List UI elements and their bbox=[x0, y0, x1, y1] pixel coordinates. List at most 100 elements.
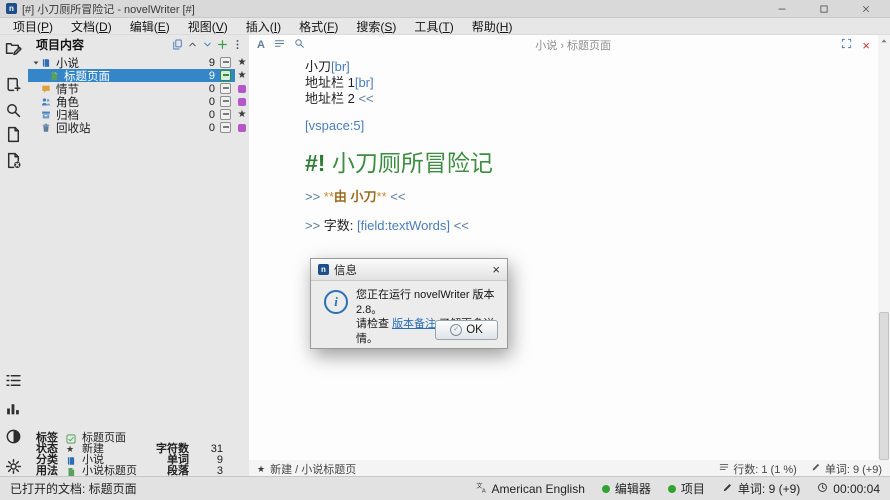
star-glyph: ★ bbox=[238, 110, 247, 120]
tree-item-count: 9 bbox=[191, 57, 220, 69]
scroll-up-icon[interactable] bbox=[878, 35, 890, 47]
doc-segment: [br] bbox=[355, 75, 374, 90]
lines-icon bbox=[719, 462, 729, 475]
project-panel-title: 项目内容 bbox=[36, 36, 170, 53]
doc-line: 小刀[br] bbox=[305, 59, 850, 75]
language-icon: 文A bbox=[476, 482, 487, 496]
scrollbar-thumb[interactable] bbox=[879, 312, 889, 460]
spell-language[interactable]: 文A American English bbox=[476, 482, 585, 496]
doc-segment: [field:textWords] bbox=[357, 218, 450, 233]
close-icon[interactable] bbox=[858, 2, 874, 15]
document-status-text: 新建 / 小说标题页 bbox=[270, 461, 356, 477]
editor-panel: A 小说 › 标题页面 × 小刀[br]地址栏 1[br]地址栏 2 <<[vs… bbox=[249, 35, 890, 477]
text-format-icon[interactable]: A bbox=[257, 39, 265, 51]
maximize-editor-icon[interactable] bbox=[841, 38, 852, 52]
active-checkbox-icon[interactable] bbox=[220, 109, 231, 120]
move-up-icon[interactable] bbox=[185, 38, 200, 51]
clock-icon bbox=[817, 482, 828, 496]
outline-icon[interactable] bbox=[5, 372, 23, 390]
outline-list-icon[interactable] bbox=[274, 38, 285, 52]
close-document-icon[interactable]: × bbox=[862, 40, 870, 51]
remove-document-icon[interactable] bbox=[5, 152, 23, 170]
stats-icon[interactable] bbox=[5, 400, 23, 418]
doc-line: 地址栏 2 << bbox=[305, 91, 850, 107]
active-checkbox-icon[interactable] bbox=[220, 96, 231, 107]
square-glyph bbox=[238, 98, 246, 106]
document-status[interactable]: ★ 新建 / 小说标题页 bbox=[257, 461, 719, 477]
document-text[interactable]: 小刀[br]地址栏 1[br]地址栏 2 <<[vspace:5]#! 小刀厕所… bbox=[305, 59, 850, 234]
menu-item-s[interactable]: 搜索(S) bbox=[347, 18, 405, 35]
menu-item-f[interactable]: 格式(F) bbox=[290, 18, 347, 35]
doc-segment: #! bbox=[305, 150, 332, 176]
collapse-icon[interactable] bbox=[32, 59, 41, 67]
add-item-icon[interactable] bbox=[215, 38, 230, 51]
session-words: 单词: 9 (+9) bbox=[722, 480, 800, 497]
dialog-logo-icon: n bbox=[318, 264, 329, 275]
menu-item-t[interactable]: 工具(T) bbox=[405, 18, 462, 35]
editor-header-tools: A bbox=[257, 38, 305, 52]
active-checkbox-icon[interactable] bbox=[220, 70, 231, 81]
session-timer[interactable]: 00:00:04 bbox=[817, 482, 880, 496]
editor-search-icon[interactable] bbox=[294, 38, 305, 52]
editor-footer: ★ 新建 / 小说标题页 行数: 1 (1 %) 单词: 9 (+9) bbox=[249, 460, 890, 477]
square-glyph bbox=[238, 124, 246, 132]
active-checkbox-icon[interactable] bbox=[220, 57, 231, 68]
doc-segment: 小刀 bbox=[305, 59, 331, 74]
copy-document-icon[interactable] bbox=[170, 38, 185, 51]
edit-project-icon[interactable] bbox=[5, 40, 23, 58]
novel-view-icon[interactable] bbox=[5, 76, 23, 94]
release-notes-link[interactable]: 版本备注 bbox=[392, 318, 436, 330]
search-icon[interactable] bbox=[5, 102, 23, 120]
breadcrumb: 小说 › 标题页面 bbox=[305, 37, 841, 53]
dialog-title-bar[interactable]: n 信息 × bbox=[311, 259, 507, 281]
doc-segment: [vspace:5] bbox=[305, 118, 364, 133]
square-glyph bbox=[238, 85, 246, 93]
maximize-icon[interactable] bbox=[816, 2, 832, 15]
editor-header: A 小说 › 标题页面 × bbox=[249, 35, 878, 55]
doc-line: #! 小刀厕所冒险记 bbox=[305, 148, 850, 178]
menu-item-d[interactable]: 文档(D) bbox=[62, 18, 121, 35]
doc-segment: 由 小刀 bbox=[334, 189, 377, 204]
info-dialog: n 信息 × i 您正在运行 novelWriter 版本 2.8。 请检查 版… bbox=[310, 258, 508, 349]
doc-segment: 小刀厕所冒险记 bbox=[332, 150, 493, 176]
star-glyph: ★ bbox=[238, 58, 247, 68]
menu-item-v[interactable]: 视图(V) bbox=[179, 18, 237, 35]
ok-button[interactable]: ✓ OK bbox=[435, 320, 498, 340]
side-rail bbox=[0, 35, 28, 477]
doc-segment: ** bbox=[324, 189, 334, 204]
menu-item-e[interactable]: 编辑(E) bbox=[121, 18, 179, 35]
doc-line: >> 字数: [field:textWords] << bbox=[305, 218, 850, 234]
check-icon bbox=[66, 434, 78, 444]
docgreen-icon bbox=[66, 467, 78, 477]
project-status: 项目 bbox=[668, 480, 705, 497]
minimize-icon[interactable] bbox=[774, 2, 790, 15]
settings-icon[interactable] bbox=[5, 458, 23, 476]
menu-bar: 项目(P)文档(D)编辑(E)视图(V)插入(I)格式(F)搜索(S)工具(T)… bbox=[0, 18, 890, 35]
document-icon[interactable] bbox=[5, 126, 23, 144]
menu-item-p[interactable]: 项目(P) bbox=[4, 18, 62, 35]
status-star-icon: ★ bbox=[235, 71, 249, 81]
dialog-close-icon[interactable]: × bbox=[492, 263, 500, 276]
menu-item-h[interactable]: 帮助(H) bbox=[463, 18, 522, 35]
editor-scrollbar[interactable] bbox=[878, 35, 890, 460]
project-tree: 小说9★标题页面9★情节0角色0归档0★回收站0 bbox=[28, 56, 249, 134]
window-title: [#] 小刀厕所冒险记 - novelWriter [#] bbox=[22, 1, 195, 17]
panel-menu-icon[interactable] bbox=[230, 38, 245, 51]
doc-segment: 字数: bbox=[324, 218, 357, 233]
editor-status-dot bbox=[602, 485, 610, 493]
active-checkbox-icon[interactable] bbox=[220, 83, 231, 94]
importance-flag-icon bbox=[235, 98, 249, 106]
project-panel: 项目内容 小说9★标题页面9★情节0角色0归档0★回收站0 bbox=[28, 35, 249, 430]
move-down-icon[interactable] bbox=[200, 38, 215, 51]
app-logo-icon: n bbox=[6, 3, 17, 14]
doc-line: 地址栏 1[br] bbox=[305, 75, 850, 91]
document-details-panel: 标签标题页面状态★新建分类小说用法小说标题页字符数31单词9段落3 bbox=[28, 430, 249, 477]
star-glyph: ★ bbox=[238, 71, 247, 81]
project-status-dot bbox=[668, 485, 676, 493]
tree-item-count: 0 bbox=[191, 96, 220, 108]
menu-item-i[interactable]: 插入(I) bbox=[237, 18, 290, 35]
theme-icon[interactable] bbox=[5, 428, 23, 446]
active-checkbox-icon[interactable] bbox=[220, 122, 231, 133]
tree-row[interactable]: 回收站0 bbox=[28, 121, 249, 134]
doc-segment: 地址栏 1 bbox=[305, 75, 355, 90]
